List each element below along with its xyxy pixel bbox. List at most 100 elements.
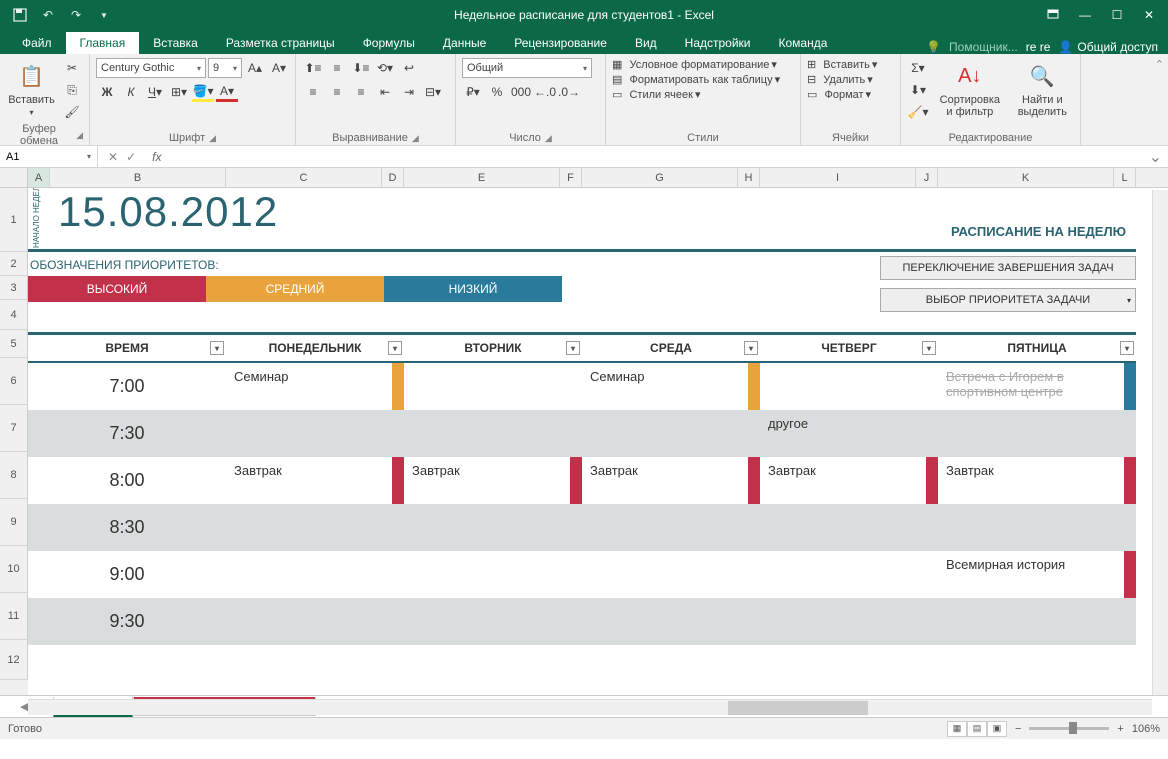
data-cell[interactable]: [582, 598, 760, 645]
page-layout-icon[interactable]: ▤: [967, 721, 987, 737]
data-cell[interactable]: [226, 410, 404, 457]
data-cell[interactable]: [404, 410, 582, 457]
row-header-3[interactable]: 3: [0, 276, 28, 300]
collapse-ribbon-icon[interactable]: ⌃: [1151, 54, 1168, 145]
wrap-text-icon[interactable]: ↩: [398, 58, 420, 78]
col-header-B[interactable]: B: [50, 168, 226, 187]
data-cell[interactable]: Встреча с Игорем в спортивном центре: [938, 363, 1136, 410]
zoom-in-icon[interactable]: +: [1117, 723, 1123, 735]
indent-dec-icon[interactable]: ⇤: [374, 82, 396, 102]
zoom-out-icon[interactable]: −: [1015, 723, 1021, 735]
filter-icon[interactable]: ▾: [388, 341, 402, 355]
bold-button[interactable]: Ж: [96, 82, 118, 102]
data-cell[interactable]: [404, 504, 582, 551]
priority-select-button[interactable]: ВЫБОР ПРИОРИТЕТА ЗАДАЧИ▾: [880, 288, 1136, 312]
col-header-G[interactable]: G: [582, 168, 738, 187]
toggle-done-button[interactable]: ПЕРЕКЛЮЧЕНИЕ ЗАВЕРШЕНИЯ ЗАДАЧ: [880, 256, 1136, 280]
name-box[interactable]: A1▾: [0, 146, 98, 167]
paste-button[interactable]: 📋Вставить▾: [6, 58, 57, 119]
cell-styles-button[interactable]: ▭ Стили ячеек▾: [612, 88, 700, 101]
filter-icon[interactable]: ▾: [922, 341, 936, 355]
clipboard-launch-icon[interactable]: ◢: [76, 130, 83, 141]
comma-icon[interactable]: 000: [510, 82, 532, 102]
row-header-7[interactable]: 7: [0, 405, 28, 452]
row-header-10[interactable]: 10: [0, 546, 28, 593]
cut-icon[interactable]: ✂: [61, 58, 83, 78]
delete-cells-button[interactable]: ⊟ Удалить▾: [807, 73, 873, 86]
format-cells-button[interactable]: ▭ Формат▾: [807, 88, 871, 101]
data-cell[interactable]: Завтрак: [938, 457, 1136, 504]
filter-icon[interactable]: ▾: [210, 341, 224, 355]
normal-view-icon[interactable]: ▦: [947, 721, 967, 737]
select-all-button[interactable]: [0, 168, 28, 187]
data-cell[interactable]: [404, 551, 582, 598]
redo-icon[interactable]: ↷: [64, 3, 88, 27]
hscroll-thumb[interactable]: [728, 701, 868, 715]
col-header-C[interactable]: C: [226, 168, 382, 187]
cancel-formula-icon[interactable]: ✕: [108, 150, 118, 164]
dec-decimal-icon[interactable]: .0→: [558, 82, 580, 102]
enter-formula-icon[interactable]: ✓: [126, 150, 136, 164]
data-cell[interactable]: Завтрак: [760, 457, 938, 504]
user-name[interactable]: re re: [1026, 40, 1051, 54]
format-painter-icon[interactable]: 🖌: [61, 102, 83, 122]
close-icon[interactable]: ✕: [1134, 3, 1164, 27]
col-header-A[interactable]: A: [28, 168, 50, 187]
align-right-icon[interactable]: ≡: [350, 82, 372, 102]
tab-вставка[interactable]: Вставка: [139, 32, 212, 54]
fill-color-icon[interactable]: 🪣▾: [192, 82, 214, 102]
data-cell[interactable]: [582, 504, 760, 551]
data-cell[interactable]: [760, 504, 938, 551]
number-launch-icon[interactable]: ◢: [545, 133, 552, 144]
row-header-5[interactable]: 5: [0, 330, 28, 358]
insert-cells-button[interactable]: ⊞ Вставить▾: [807, 58, 877, 71]
data-cell[interactable]: [760, 598, 938, 645]
data-cell[interactable]: Завтрак: [226, 457, 404, 504]
row-header-2[interactable]: 2: [0, 252, 28, 276]
fill-icon[interactable]: ⬇▾: [907, 80, 929, 100]
data-cell[interactable]: Завтрак: [582, 457, 760, 504]
tell-me[interactable]: Помощник...: [949, 40, 1018, 54]
align-launch-icon[interactable]: ◢: [412, 133, 419, 144]
tab-данные[interactable]: Данные: [429, 32, 500, 54]
data-cell[interactable]: Всемирная история: [938, 551, 1136, 598]
indent-inc-icon[interactable]: ⇥: [398, 82, 420, 102]
row-header-6[interactable]: 6: [0, 358, 28, 405]
copy-icon[interactable]: ⎘: [61, 80, 83, 100]
data-cell[interactable]: [938, 598, 1136, 645]
data-cell[interactable]: Семинар: [582, 363, 760, 410]
data-cell[interactable]: [938, 504, 1136, 551]
ribbon-opts-icon[interactable]: [1038, 3, 1068, 27]
data-cell[interactable]: [226, 504, 404, 551]
tab-разметка страницы[interactable]: Разметка страницы: [212, 32, 349, 54]
data-cell[interactable]: [226, 551, 404, 598]
row-header-8[interactable]: 8: [0, 452, 28, 499]
col-header-L[interactable]: L: [1114, 168, 1136, 187]
col-header-K[interactable]: K: [938, 168, 1114, 187]
merge-icon[interactable]: ⊟▾: [422, 82, 444, 102]
page-break-icon[interactable]: ▣: [987, 721, 1007, 737]
orientation-icon[interactable]: ⟲▾: [374, 58, 396, 78]
align-top-icon[interactable]: ⬆≡: [302, 58, 324, 78]
row-header-1[interactable]: 1: [0, 188, 28, 252]
filter-icon[interactable]: ▾: [566, 341, 580, 355]
qat-dd-icon[interactable]: ▼: [92, 3, 116, 27]
align-left-icon[interactable]: ≡: [302, 82, 324, 102]
align-bot-icon[interactable]: ⬇≡: [350, 58, 372, 78]
data-cell[interactable]: Семинар: [226, 363, 404, 410]
zoom-level[interactable]: 106%: [1132, 723, 1160, 735]
font-name-combo[interactable]: Century Gothic▾: [96, 58, 206, 78]
tab-вид[interactable]: Вид: [621, 32, 671, 54]
clear-icon[interactable]: 🧹▾: [907, 102, 929, 122]
font-color-icon[interactable]: A▾: [216, 82, 238, 102]
format-table-button[interactable]: ▤ Форматировать как таблицу▾: [612, 73, 780, 86]
col-header-J[interactable]: J: [916, 168, 938, 187]
data-cell[interactable]: [226, 598, 404, 645]
cond-format-button[interactable]: ▦ Условное форматирование▾: [612, 58, 777, 71]
data-cell[interactable]: Завтрак: [404, 457, 582, 504]
zoom-slider[interactable]: [1029, 727, 1109, 730]
col-header-F[interactable]: F: [560, 168, 582, 187]
filter-icon[interactable]: ▾: [1120, 341, 1134, 355]
row-header-12[interactable]: 12: [0, 640, 28, 680]
data-cell[interactable]: [404, 363, 582, 410]
